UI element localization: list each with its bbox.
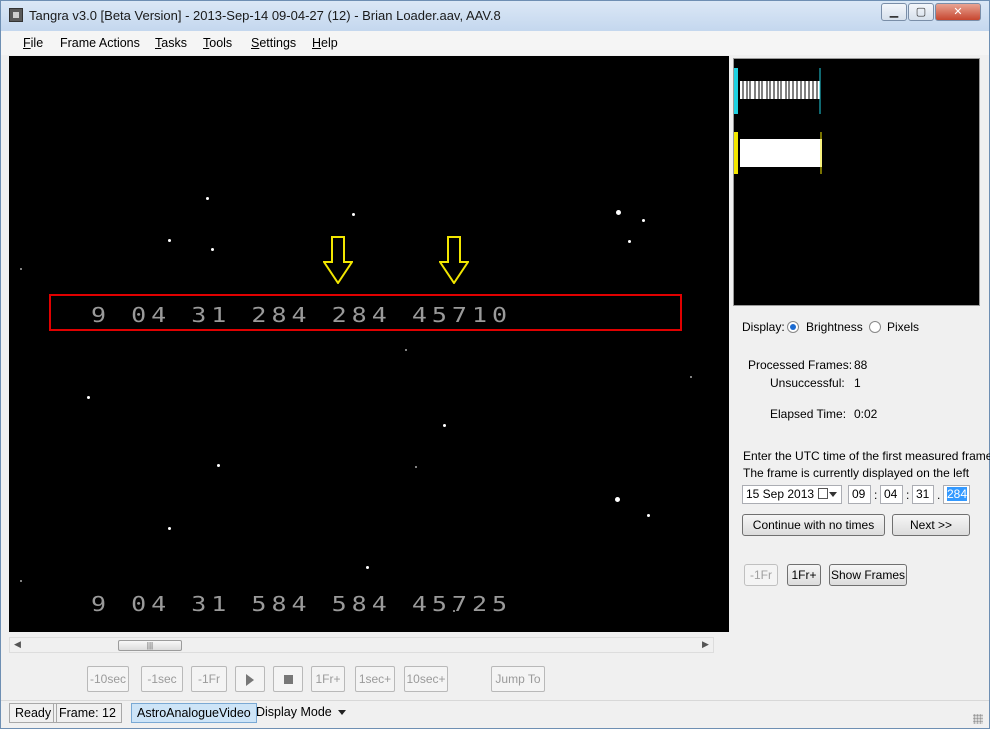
brightness-radio[interactable] — [787, 321, 799, 333]
star — [206, 197, 209, 200]
star — [87, 396, 90, 399]
menu-bar: File Frame Actions Tasks Tools Settings … — [1, 31, 989, 55]
menu-tasks[interactable]: Tasks — [155, 36, 187, 50]
seconds-field[interactable]: 31 — [912, 485, 934, 504]
display-label: Display: — [742, 320, 785, 334]
scroll-thumb[interactable]: ||| — [118, 640, 182, 651]
utc-prompt: Enter the UTC time of the first measured… — [743, 449, 990, 463]
panel-minus-1fr-button[interactable]: -1Fr — [744, 564, 778, 586]
menu-frame-actions[interactable]: Frame Actions — [60, 36, 140, 50]
menu-help[interactable]: Help — [312, 36, 338, 50]
star — [615, 497, 620, 502]
status-bar: Ready Frame: 12 AstroAnalogueVideo Displ… — [1, 700, 989, 728]
star — [628, 240, 631, 243]
scroll-left-icon[interactable]: ◀ — [14, 639, 21, 650]
plus-1fr-button[interactable]: 1Fr+ — [311, 666, 345, 692]
minus-1sec-button[interactable]: -1sec — [141, 666, 183, 692]
video-frame-view[interactable]: 9 04 31 284 284 45710 9 04 31 584 584 45… — [9, 56, 729, 632]
time-separator: : — [874, 488, 878, 502]
hours-field[interactable]: 09 — [848, 485, 871, 504]
maximize-button[interactable]: ▢ — [908, 3, 934, 21]
signal-preview-graph — [734, 68, 822, 174]
star — [647, 514, 650, 517]
star — [415, 466, 417, 468]
frame-scrollbar[interactable]: ◀ ||| ▶ — [9, 637, 714, 653]
continue-no-times-button[interactable]: Continue with no times — [742, 514, 885, 536]
menu-tools[interactable]: Tools — [203, 36, 232, 50]
time-separator: . — [937, 488, 941, 502]
osd-highlight-box — [49, 294, 682, 331]
pixels-radio[interactable] — [869, 321, 881, 333]
star — [168, 527, 171, 530]
menu-file[interactable]: File — [23, 36, 43, 50]
chevron-down-icon — [337, 710, 346, 716]
star — [616, 210, 621, 215]
display-mode-dropdown[interactable]: Display Mode — [256, 705, 346, 719]
star — [405, 349, 407, 351]
plus-10sec-button[interactable]: 10sec+ — [404, 666, 448, 692]
preview-strip-top — [740, 81, 820, 99]
menu-settings[interactable]: Settings — [251, 36, 296, 50]
status-source: AstroAnalogueVideo — [131, 703, 257, 723]
status-ready: Ready — [9, 703, 58, 723]
plus-1sec-button[interactable]: 1sec+ — [355, 666, 395, 692]
star — [642, 219, 645, 222]
processed-frames-value: 88 — [854, 358, 868, 372]
status-frame: Frame: 12 — [53, 703, 122, 723]
stop-button[interactable] — [273, 666, 303, 692]
resize-grip-icon[interactable] — [973, 714, 983, 724]
window-title: Tangra v3.0 [Beta Version] - 2013-Sep-14… — [29, 8, 501, 23]
star — [20, 268, 22, 270]
panel-plus-1fr-button[interactable]: 1Fr+ — [787, 564, 821, 586]
unsuccessful-value: 1 — [854, 376, 861, 390]
jump-to-button[interactable]: Jump To — [491, 666, 545, 692]
star — [217, 464, 220, 467]
pixels-label[interactable]: Pixels — [887, 320, 919, 334]
main-window: Tangra v3.0 [Beta Version] - 2013-Sep-14… — [0, 0, 990, 729]
minus-1fr-button[interactable]: -1Fr — [191, 666, 227, 692]
milliseconds-field[interactable]: 284 — [943, 485, 970, 504]
elapsed-time-label: Elapsed Time: — [770, 407, 847, 421]
show-frames-button[interactable]: Show Frames — [829, 564, 907, 586]
yellow-marker — [734, 132, 738, 174]
minimize-button[interactable]: ▁ — [881, 3, 907, 21]
next-button[interactable]: Next >> — [892, 514, 970, 536]
play-button[interactable] — [235, 666, 265, 692]
osd-timestamp-bottom: 9 04 31 584 584 45725 — [91, 592, 513, 616]
processed-frames-label: Processed Frames: — [748, 358, 853, 372]
title-bar: Tangra v3.0 [Beta Version] - 2013-Sep-14… — [1, 1, 989, 31]
star — [352, 213, 355, 216]
chevron-down-icon[interactable] — [829, 492, 837, 497]
time-separator: : — [906, 488, 910, 502]
play-icon — [246, 673, 254, 686]
yellow-down-arrow-icon — [439, 236, 469, 284]
star — [366, 566, 369, 569]
star — [690, 376, 692, 378]
stop-icon — [283, 675, 293, 685]
frame-hint: The frame is currently displayed on the … — [743, 466, 970, 480]
preview-panel — [733, 58, 980, 306]
scroll-right-icon[interactable]: ▶ — [702, 639, 709, 650]
minus-10sec-button[interactable]: -10sec — [87, 666, 129, 692]
yellow-down-arrow-icon — [323, 236, 353, 284]
calendar-icon[interactable] — [818, 488, 828, 499]
unsuccessful-label: Unsuccessful: — [770, 376, 845, 390]
elapsed-time-value: 0:02 — [854, 407, 878, 421]
star — [443, 424, 446, 427]
cyan-marker — [734, 68, 738, 114]
star — [20, 580, 22, 582]
preview-strip-bottom — [740, 139, 822, 167]
minutes-field[interactable]: 04 — [880, 485, 903, 504]
tangra-app-icon — [9, 8, 23, 22]
star — [168, 239, 171, 242]
close-button[interactable]: ✕ — [935, 3, 981, 21]
brightness-label[interactable]: Brightness — [806, 320, 863, 334]
star — [211, 248, 214, 251]
